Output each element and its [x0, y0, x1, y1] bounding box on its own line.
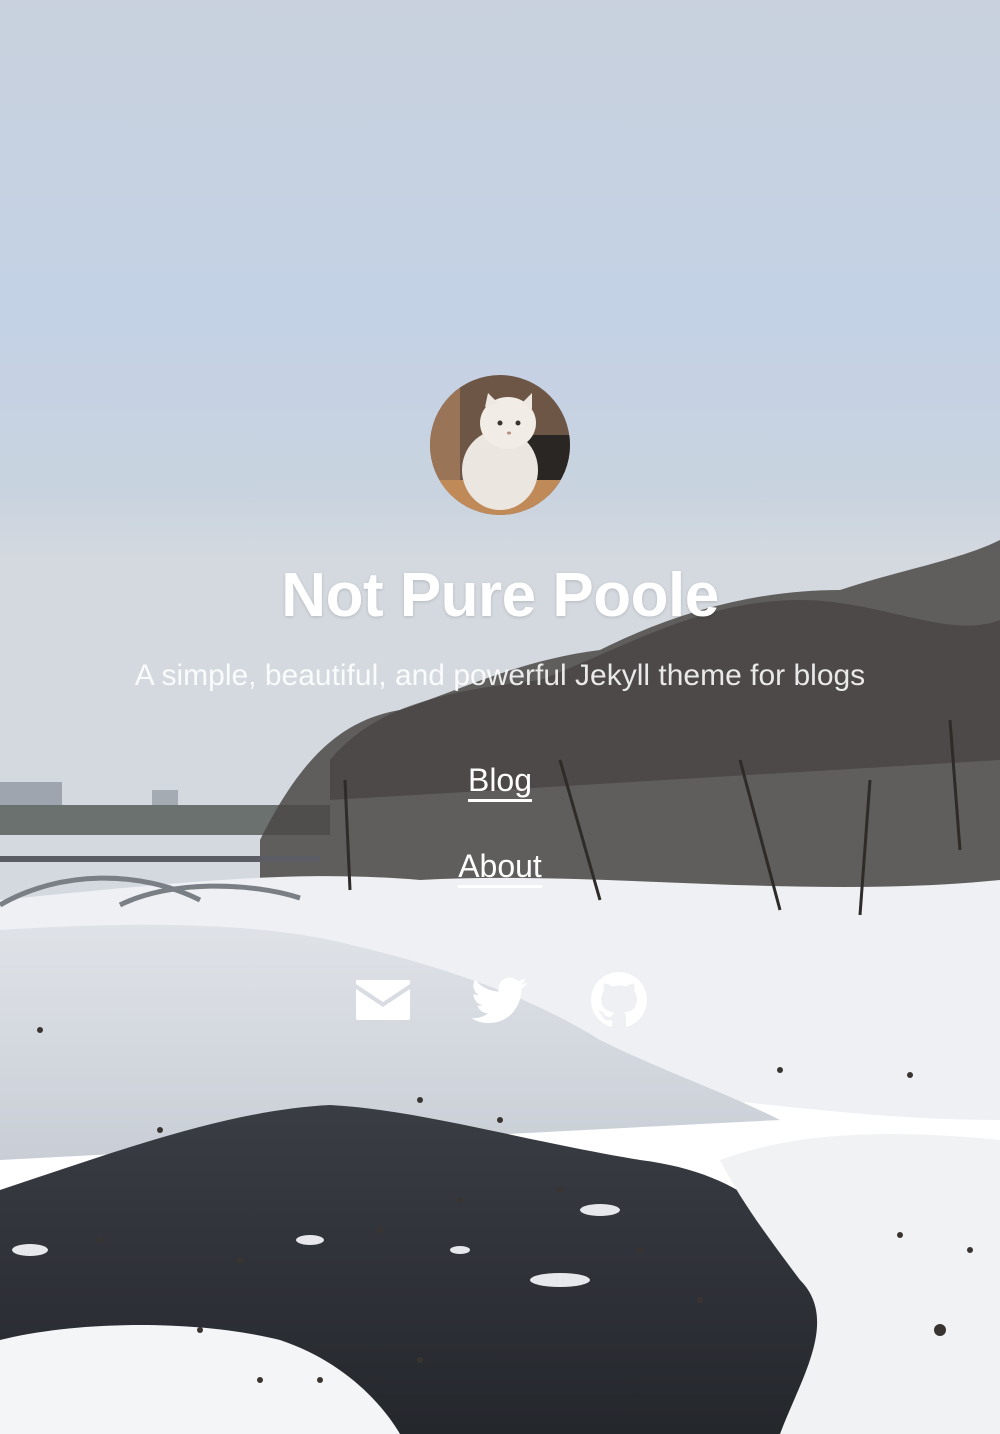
twitter-icon — [472, 977, 528, 1024]
github-icon — [591, 972, 647, 1027]
github-link[interactable] — [591, 972, 647, 1028]
email-link[interactable] — [355, 972, 411, 1028]
page-content: Not Pure Poole A simple, beautiful, and … — [0, 0, 1000, 1434]
nav-item-blog: Blog — [0, 760, 1000, 802]
cat-avatar-image — [430, 375, 570, 515]
nav-link-about[interactable]: About — [458, 848, 542, 888]
nav-link-blog[interactable]: Blog — [467, 762, 533, 802]
site-description: A simple, beautiful, and powerful Jekyll… — [134, 659, 866, 692]
avatar[interactable] — [430, 375, 570, 515]
twitter-link[interactable] — [472, 972, 528, 1028]
site-title[interactable]: Not Pure Poole — [0, 558, 1000, 634]
email-icon — [356, 980, 410, 1020]
nav-item-about: About — [0, 846, 1000, 888]
